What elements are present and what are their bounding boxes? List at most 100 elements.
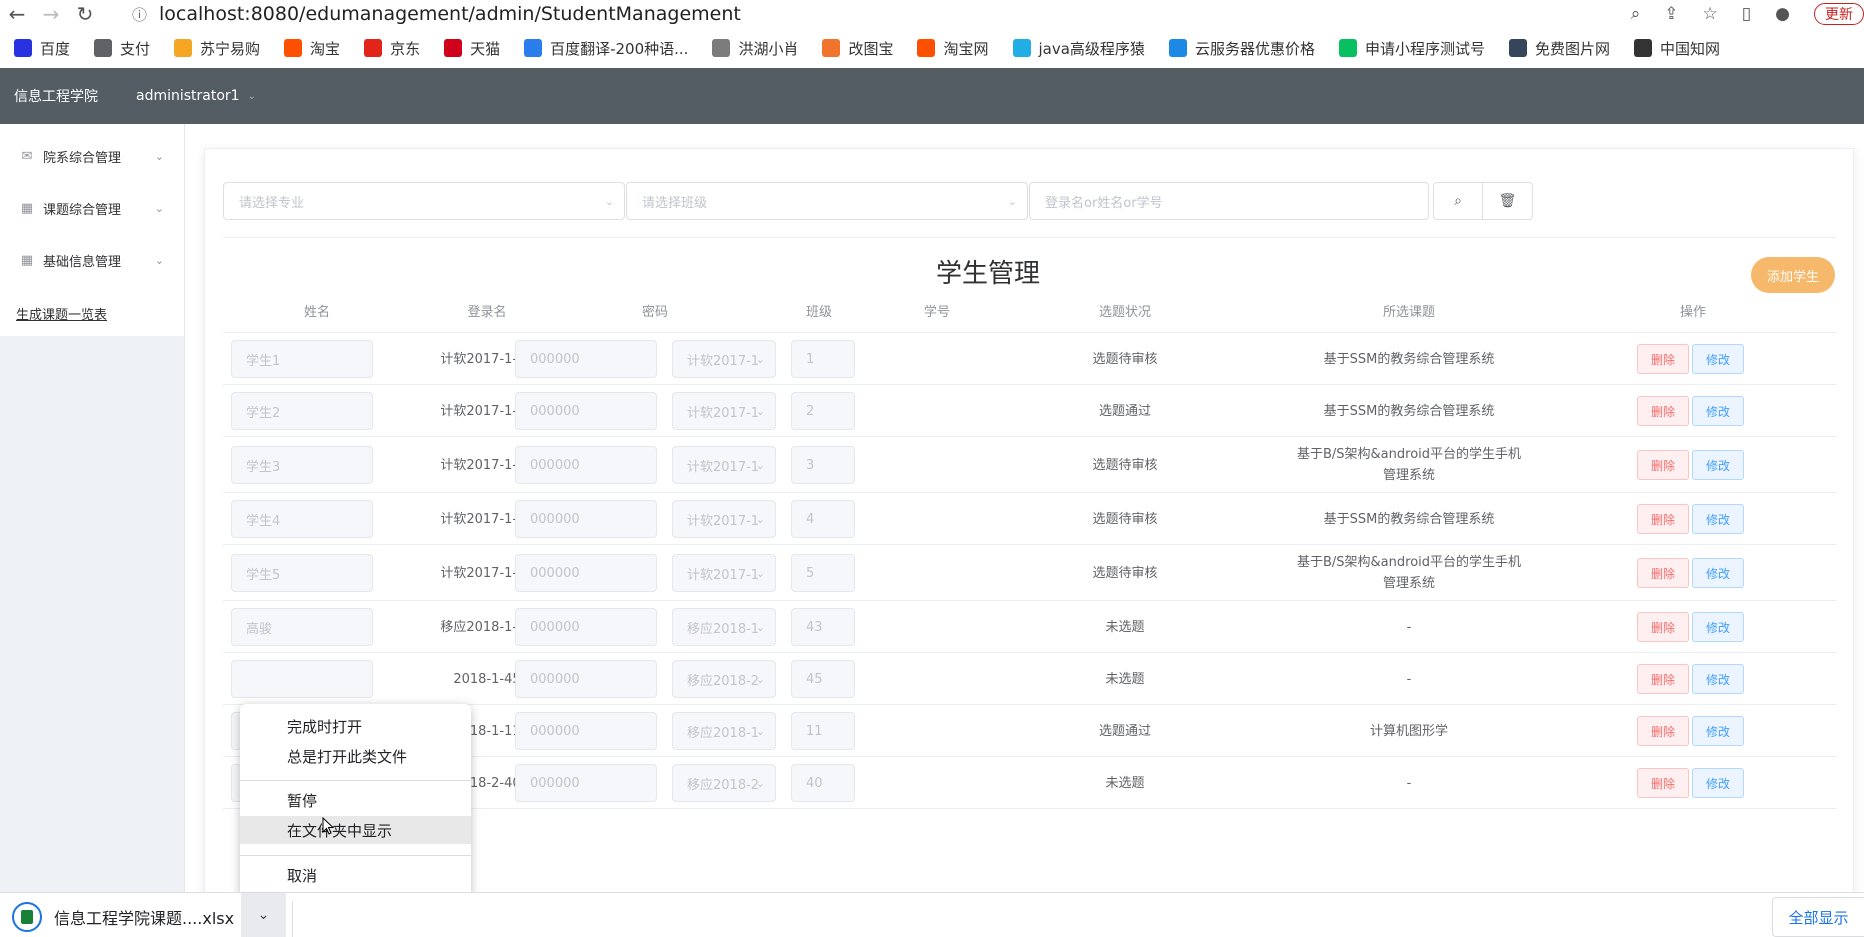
menu-show-in-folder[interactable]: 在文件夹中显示: [240, 816, 471, 844]
bookmark-item[interactable]: 淘宝网: [917, 38, 989, 59]
student-id-input[interactable]: 5: [791, 554, 855, 592]
back-icon[interactable]: ←: [0, 2, 34, 26]
student-id-input[interactable]: 45: [791, 660, 855, 698]
password-input[interactable]: 000000: [515, 608, 657, 646]
student-id-input[interactable]: 40: [791, 764, 855, 802]
student-id-input[interactable]: 4: [791, 500, 855, 538]
name-input[interactable]: [231, 660, 373, 698]
reload-icon[interactable]: ↻: [68, 2, 102, 26]
show-all-downloads-button[interactable]: 全部显示: [1772, 897, 1864, 937]
edit-button[interactable]: 修改: [1692, 396, 1744, 426]
class-select[interactable]: 计软2017-1 ⌄: [672, 392, 776, 430]
name-input[interactable]: 高骏: [231, 608, 373, 646]
search-button[interactable]: ⌕: [1433, 182, 1483, 220]
download-options-button[interactable]: ⌄: [241, 893, 286, 937]
share-icon[interactable]: ⇪: [1664, 4, 1678, 24]
forward-icon[interactable]: →: [34, 2, 68, 26]
delete-button[interactable]: 删除: [1637, 558, 1689, 588]
class-select[interactable]: 请选择班级 ⌄: [626, 182, 1028, 220]
bookmark-item[interactable]: 百度: [14, 38, 70, 59]
edit-button[interactable]: 修改: [1692, 612, 1744, 642]
delete-button[interactable]: 删除: [1637, 612, 1689, 642]
class-select[interactable]: 计软2017-1 ⌄: [672, 500, 776, 538]
address-bar[interactable]: ⓘ localhost:8080/edumanagement/admin/Stu…: [132, 3, 741, 25]
major-select[interactable]: 请选择专业 ⌄: [223, 182, 625, 220]
name-input[interactable]: 学生5: [231, 554, 373, 592]
name-input[interactable]: 学生2: [231, 392, 373, 430]
delete-button[interactable]: 删除: [1637, 716, 1689, 746]
edit-button[interactable]: 修改: [1692, 664, 1744, 694]
class-select[interactable]: 移应2018-2 ⌄: [672, 660, 776, 698]
password-input[interactable]: 000000: [515, 660, 657, 698]
bilibili-icon: [1012, 39, 1031, 57]
delete-button[interactable]: 删除: [1637, 450, 1689, 480]
bookmark-item[interactable]: 苏宁易购: [174, 38, 260, 59]
edit-button[interactable]: 修改: [1692, 768, 1744, 798]
name-input[interactable]: 学生4: [231, 500, 373, 538]
bookmark-item[interactable]: 洪湖小肖: [712, 38, 798, 59]
selected-topic: -: [1406, 671, 1412, 687]
bookmark-item[interactable]: 天猫: [444, 38, 500, 59]
class-select[interactable]: 移应2018-2 ⌄: [672, 764, 776, 802]
zoom-icon[interactable]: ⌕: [1631, 4, 1641, 24]
edit-button[interactable]: 修改: [1692, 558, 1744, 588]
bookmark-item[interactable]: 改图宝: [822, 38, 893, 59]
password-input[interactable]: 000000: [515, 500, 657, 538]
bookmark-item[interactable]: 云服务器优惠价格: [1168, 38, 1315, 59]
class-select[interactable]: 移应2018-1 ⌄: [672, 608, 776, 646]
menu-open-when-done[interactable]: 完成时打开: [240, 712, 471, 740]
bookmark-item[interactable]: java高级程序猿: [1012, 38, 1145, 59]
delete-button[interactable]: 删除: [1637, 664, 1689, 694]
delete-button[interactable]: 删除: [1637, 396, 1689, 426]
student-id-input[interactable]: 1: [791, 340, 855, 378]
add-student-button[interactable]: 添加学生: [1751, 257, 1835, 293]
delete-button[interactable]: 删除: [1637, 344, 1689, 374]
edit-button[interactable]: 修改: [1692, 450, 1744, 480]
user-menu[interactable]: administrator1 ⌄: [136, 88, 256, 104]
download-bar: 信息工程学院课题....xlsx ⌄ 全部显示: [0, 892, 1864, 937]
edit-button[interactable]: 修改: [1692, 504, 1744, 534]
name-input[interactable]: 学生3: [231, 446, 373, 484]
class-select[interactable]: 计软2017-1 ⌄: [672, 554, 776, 592]
menu-cancel[interactable]: 取消: [240, 861, 471, 889]
class-select[interactable]: 移应2018-1 ⌄: [672, 712, 776, 750]
bookmark-item[interactable]: 百度翻译-200种语...: [524, 38, 688, 59]
bookmark-item[interactable]: 京东: [364, 38, 420, 59]
bookmark-item[interactable]: 中国知网: [1633, 38, 1720, 59]
student-id-input[interactable]: 2: [791, 392, 855, 430]
student-id-input[interactable]: 11: [791, 712, 855, 750]
update-button[interactable]: 更新: [1814, 3, 1864, 25]
star-icon[interactable]: ☆: [1703, 4, 1718, 24]
password-input[interactable]: 000000: [515, 712, 657, 750]
delete-button[interactable]: 删除: [1637, 504, 1689, 534]
sidebar-item-department[interactable]: ✉ 院系综合管理 ⌄: [0, 130, 184, 182]
clear-button[interactable]: 🗑: [1483, 182, 1533, 220]
bookmark-item[interactable]: 支付: [94, 38, 150, 59]
password-input[interactable]: 000000: [515, 392, 657, 430]
class-select[interactable]: 计软2017-1 ⌄: [672, 446, 776, 484]
password-input[interactable]: 000000: [515, 554, 657, 592]
menu-pause[interactable]: 暂停: [240, 786, 471, 814]
bookmark-item[interactable]: 淘宝: [284, 38, 340, 59]
sidebar-item-basic-info[interactable]: ▦ 基础信息管理 ⌄: [0, 234, 184, 286]
sidepanel-icon[interactable]: ▯: [1742, 4, 1751, 24]
profile-icon[interactable]: ●: [1775, 4, 1790, 24]
student-id-input[interactable]: 3: [791, 446, 855, 484]
edit-button[interactable]: 修改: [1692, 344, 1744, 374]
site-info-icon[interactable]: ⓘ: [132, 4, 147, 25]
sidebar-item-topics[interactable]: ▦ 课题综合管理 ⌄: [0, 182, 184, 234]
password-input[interactable]: 000000: [515, 764, 657, 802]
student-id-input[interactable]: 43: [791, 608, 855, 646]
search-input[interactable]: 登录名or姓名or学号: [1029, 182, 1429, 220]
class-select[interactable]: 计软2017-1 ⌄: [672, 340, 776, 378]
bookmark-item[interactable]: 申请小程序测试号: [1338, 38, 1485, 59]
password-input[interactable]: 000000: [515, 340, 657, 378]
delete-button[interactable]: 删除: [1637, 768, 1689, 798]
generate-topic-list-link[interactable]: 生成课题一览表: [16, 304, 107, 323]
bookmark-item[interactable]: 免费图片网: [1508, 38, 1610, 59]
edit-button[interactable]: 修改: [1692, 716, 1744, 746]
menu-always-open-type[interactable]: 总是打开此类文件: [240, 742, 471, 770]
name-input[interactable]: 学生1: [231, 340, 373, 378]
download-item[interactable]: 信息工程学院课题....xlsx: [12, 899, 234, 935]
password-input[interactable]: 000000: [515, 446, 657, 484]
